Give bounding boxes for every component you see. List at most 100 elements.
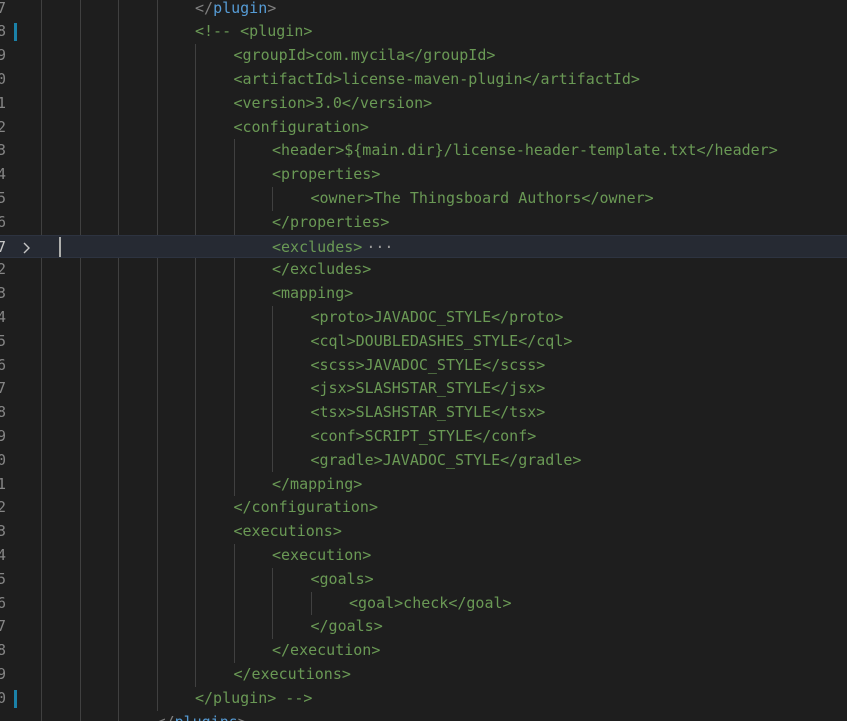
line-number: 3 xyxy=(0,141,7,160)
code-line[interactable]: 0 </plugin> --> xyxy=(0,687,847,711)
code-text: </plugin> xyxy=(195,0,276,20)
line-number: 7 xyxy=(0,237,7,256)
line-number: 4 xyxy=(0,307,7,326)
line-number: 8 xyxy=(0,22,7,41)
comment-text: <proto>JAVADOC_STYLE</proto> xyxy=(310,307,564,326)
comment-text: <groupId>com.mycila</groupId> xyxy=(233,46,496,65)
comment-text: <cql>DOUBLEDASHES_STYLE</cql> xyxy=(310,331,573,350)
line-number: 7 xyxy=(0,0,7,17)
code-line[interactable]: 9 <conf>SCRIPT_STYLE</conf> xyxy=(0,425,847,449)
code-text: </executions> xyxy=(234,663,351,687)
code-line[interactable]: 5 <owner>The Thingsboard Authors</owner> xyxy=(0,187,847,211)
line-number: 7 xyxy=(0,379,7,398)
code-line[interactable]: 2 </configuration> xyxy=(0,496,847,520)
code-text: </goals> xyxy=(311,615,383,639)
code-line[interactable]: 9 </executions> xyxy=(0,663,847,687)
code-line[interactable]: 8 <!-- <plugin> xyxy=(0,20,847,44)
code-line[interactable]: 0 <gradle>JAVADOC_STYLE</gradle> xyxy=(0,449,847,473)
code-text: <owner>The Thingsboard Authors</owner> xyxy=(311,187,654,211)
line-number: 5 xyxy=(0,569,7,588)
code-text: <jsx>SLASHSTAR_STYLE</jsx> xyxy=(311,377,546,401)
code-line[interactable]: 0 <artifactId>license-maven-plugin</artif… xyxy=(0,68,847,92)
modified-line-indicator xyxy=(14,23,17,42)
code-line[interactable]: 8 <tsx>SLASHSTAR_STYLE</tsx> xyxy=(0,401,847,425)
code-text: <proto>JAVADOC_STYLE</proto> xyxy=(311,306,564,330)
code-line[interactable]: 6 <goal>check</goal> xyxy=(0,592,847,616)
line-number: 4 xyxy=(0,545,7,564)
code-text: </plugin> --> xyxy=(195,687,312,711)
line-number: 0 xyxy=(0,450,7,469)
line-number: 4 xyxy=(0,165,7,184)
code-text: <tsx>SLASHSTAR_STYLE</tsx> xyxy=(311,401,546,425)
line-number: 1 xyxy=(0,474,7,493)
code-text: <mapping> xyxy=(272,282,353,306)
line-number: 1 xyxy=(0,93,7,112)
code-text: <gradle>JAVADOC_STYLE</gradle> xyxy=(311,449,582,473)
comment-text: <owner>The Thingsboard Authors</owner> xyxy=(310,188,654,207)
code-text: <cql>DOUBLEDASHES_STYLE</cql> xyxy=(311,330,573,354)
line-number: 0 xyxy=(0,688,7,707)
code-line[interactable]: 1 </mapping> xyxy=(0,473,847,497)
code-text: <configuration> xyxy=(234,116,369,140)
line-number: 6 xyxy=(0,355,7,374)
comment-text: <!-- <plugin> xyxy=(195,22,313,41)
code-line[interactable]: 3 <mapping> xyxy=(0,282,847,306)
code-line[interactable]: </plugins> xyxy=(0,711,847,721)
code-text: </configuration> xyxy=(234,496,379,520)
code-text: </properties> xyxy=(272,211,389,235)
line-number: 6 xyxy=(0,212,7,231)
line-number: 6 xyxy=(0,593,7,612)
code-line[interactable]: 5 <cql>DOUBLEDASHES_STYLE</cql> xyxy=(0,330,847,354)
code-line[interactable]: 6 <scss>JAVADOC_STYLE</scss> xyxy=(0,354,847,378)
modified-line-indicator xyxy=(14,689,17,708)
comment-text: </configuration> xyxy=(233,498,379,517)
code-text: <version>3.0</version> xyxy=(234,92,433,116)
folded-region-ellipsis[interactable]: ··· xyxy=(366,238,393,256)
code-text: <artifactId>license-maven-plugin</artifa… xyxy=(234,68,640,92)
xml-text: </plugins> xyxy=(157,713,247,721)
code-line[interactable]: 4 <properties> xyxy=(0,163,847,187)
line-number: 9 xyxy=(0,46,7,65)
comment-text: <mapping> xyxy=(272,284,354,303)
code-line[interactable]: 6 </properties> xyxy=(0,211,847,235)
code-text: <executions> xyxy=(234,520,342,544)
comment-text: <goals> xyxy=(310,569,374,588)
code-line[interactable]: 2 <configuration> xyxy=(0,116,847,140)
code-text: <execution> xyxy=(272,544,371,568)
line-number: 2 xyxy=(0,498,7,517)
comment-text: </excludes> xyxy=(272,260,372,279)
comment-text: </plugin> --> xyxy=(195,688,313,707)
code-text: <groupId>com.mycila</groupId> xyxy=(234,44,496,68)
comment-text: <artifactId>license-maven-plugin</artifa… xyxy=(233,69,640,88)
code-line[interactable]: 7 <jsx>SLASHSTAR_STYLE</jsx> xyxy=(0,377,847,401)
code-line[interactable]: 3 <header>${main.dir}/license-header-temp… xyxy=(0,139,847,163)
code-line[interactable]: 4 <execution> xyxy=(0,544,847,568)
code-line[interactable]: 2 </excludes> xyxy=(0,258,847,282)
code-line[interactable]: 7 </plugin> xyxy=(0,0,847,20)
comment-text: <version>3.0</version> xyxy=(233,93,433,112)
code-line[interactable]: 5 <goals> xyxy=(0,568,847,592)
code-line[interactable]: 1 <version>3.0</version> xyxy=(0,92,847,116)
line-number: 8 xyxy=(0,403,7,422)
comment-text: <conf>SCRIPT_STYLE</conf> xyxy=(310,426,537,445)
line-number: 9 xyxy=(0,664,7,683)
code-text: <excludes> ··· xyxy=(272,236,393,260)
code-line[interactable]: 9 <groupId>com.mycila</groupId> xyxy=(0,44,847,68)
line-number: 5 xyxy=(0,188,7,207)
code-line[interactable]: 8 </execution> xyxy=(0,639,847,663)
line-number: 7 xyxy=(0,617,7,636)
comment-text: <header>${main.dir}/license-header-templ… xyxy=(272,141,778,160)
line-number: 2 xyxy=(0,260,7,279)
code-editor[interactable]: 7 </plugin> 8 <!-- <plugin> 9 <groupId>com.my… xyxy=(0,0,847,721)
code-text: </mapping> xyxy=(272,473,362,497)
code-line[interactable]: 3 <executions> xyxy=(0,520,847,544)
comment-text: </properties> xyxy=(272,212,390,231)
chevron-right-icon[interactable] xyxy=(20,236,34,259)
code-line[interactable]: 4 <proto>JAVADOC_STYLE</proto> xyxy=(0,306,847,330)
comment-text: </executions> xyxy=(233,664,351,683)
line-number: 3 xyxy=(0,284,7,303)
current-line[interactable]: 7 <excludes> ··· xyxy=(0,234,847,260)
code-line[interactable]: 7 </goals> xyxy=(0,615,847,639)
code-text: </excludes> xyxy=(272,258,371,282)
code-text: <goal>check</goal> xyxy=(349,592,512,616)
